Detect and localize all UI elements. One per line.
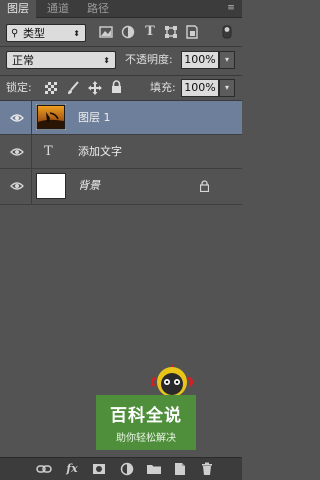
layer-thumbnail-background	[36, 173, 66, 199]
type-layer-filter-icon[interactable]: T	[143, 25, 157, 39]
visibility-eye-icon[interactable]	[10, 180, 24, 192]
lock-all-icon[interactable]	[111, 80, 122, 94]
layer-name[interactable]: 添加文字	[78, 135, 122, 169]
opacity-dropdown-icon[interactable]: ▾	[219, 51, 235, 69]
filter-kind-label: 类型	[23, 27, 45, 40]
layer-name[interactable]: 图层 1	[78, 101, 111, 135]
lock-transparent-pixels-icon[interactable]	[45, 82, 57, 94]
layer-lock-icon	[200, 180, 209, 192]
layer-thumbnail-image	[36, 104, 66, 130]
new-layer-icon[interactable]	[172, 461, 188, 477]
layer-row-layer-1[interactable]: 图层 1	[0, 101, 242, 135]
lock-position-move-icon[interactable]	[88, 81, 102, 95]
visibility-eye-icon[interactable]	[10, 112, 24, 124]
fill-dropdown-icon[interactable]: ▾	[219, 79, 235, 97]
smart-object-filter-icon[interactable]	[185, 25, 199, 39]
layers-bottom-toolbar: fx	[0, 457, 242, 480]
stepper-icon: ⬍	[73, 29, 80, 38]
blend-mode-value: 正常	[12, 54, 34, 67]
tab-layers[interactable]: 图层	[0, 0, 36, 18]
divider	[0, 75, 242, 76]
shape-layer-filter-icon[interactable]	[164, 25, 178, 39]
divider	[0, 46, 242, 47]
filter-kind-select[interactable]: ⚲ 类型 ⬍	[6, 24, 86, 42]
lock-image-pixels-brush-icon[interactable]	[66, 81, 80, 95]
new-group-folder-icon[interactable]	[146, 461, 162, 477]
visibility-eye-icon[interactable]	[10, 146, 24, 158]
lock-label: 锁定:	[6, 81, 32, 94]
watermark-badge: 百科全说 助你轻松解决	[96, 395, 196, 450]
tab-bar: 图层 通道 路径 ≡	[0, 0, 242, 18]
filter-row: ⚲ 类型 ⬍ T	[0, 18, 242, 46]
panel-menu-icon[interactable]: ≡	[224, 2, 238, 14]
adjustment-layer-filter-icon[interactable]	[121, 25, 135, 39]
opacity-label: 不透明度:	[125, 53, 173, 66]
add-mask-icon[interactable]	[91, 461, 107, 477]
watermark-subtitle: 助你轻松解决	[116, 433, 176, 444]
opacity-input[interactable]: 100%	[181, 51, 219, 69]
new-adjustment-layer-icon[interactable]	[119, 461, 135, 477]
layer-name[interactable]: 背景	[78, 169, 100, 203]
delete-layer-trash-icon[interactable]	[199, 461, 215, 477]
search-icon: ⚲	[11, 28, 19, 39]
layers-panel: 图层 通道 路径 ≡ ⚲ 类型 ⬍ T 正常 ⬍ 不透明度: 100% ▾ 锁定…	[0, 0, 242, 480]
watermark-title: 百科全说	[110, 406, 182, 426]
layer-row-background[interactable]: 背景	[0, 169, 242, 205]
layer-style-fx-icon[interactable]: fx	[64, 461, 80, 477]
filter-toggle-icon[interactable]	[220, 25, 234, 39]
tab-channels[interactable]: 通道	[40, 0, 76, 17]
layer-row-text[interactable]: T 添加文字	[0, 135, 242, 169]
pixel-layer-filter-icon[interactable]	[99, 25, 113, 39]
fill-label: 填充:	[150, 81, 176, 94]
text-layer-icon: T	[44, 144, 53, 159]
fill-input[interactable]: 100%	[181, 79, 219, 97]
blend-mode-select[interactable]: 正常 ⬍	[6, 51, 116, 69]
link-layers-icon[interactable]	[36, 461, 52, 477]
tab-paths[interactable]: 路径	[80, 0, 116, 17]
stepper-icon: ⬍	[103, 56, 110, 65]
